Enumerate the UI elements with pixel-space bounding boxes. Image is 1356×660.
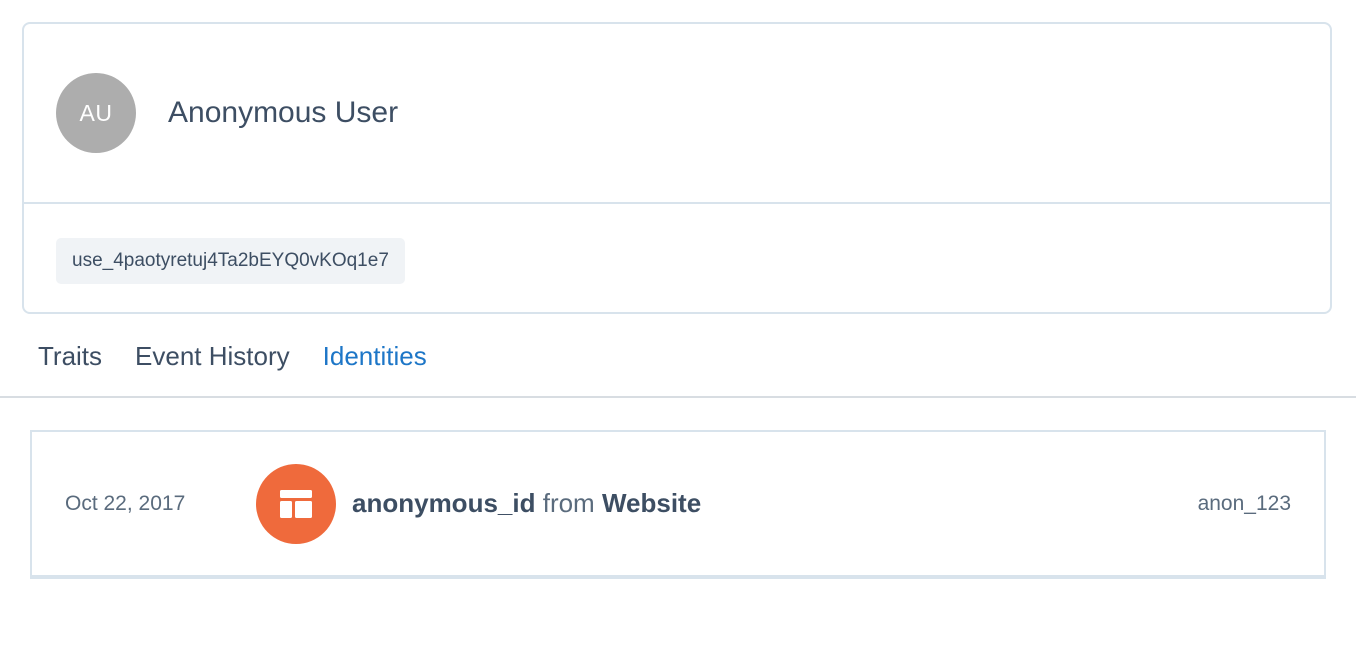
tab-traits[interactable]: Traits [38, 341, 102, 372]
tab-bar: Traits Event History Identities [0, 316, 1356, 398]
identity-date: Oct 22, 2017 [65, 491, 186, 515]
identity-value: anon_123 [1197, 491, 1291, 515]
tab-identities[interactable]: Identities [323, 341, 427, 372]
profile-header: AU Anonymous User [24, 24, 1330, 204]
identity-key: anonymous_id [352, 488, 536, 518]
avatar: AU [56, 73, 136, 153]
profile-card: AU Anonymous User use_4paotyretuj4Ta2bEY… [22, 22, 1332, 314]
identity-description: anonymous_id from Website [352, 488, 701, 519]
profile-body: use_4paotyretuj4Ta2bEYQ0vKOq1e7 [24, 204, 1330, 318]
website-layout-icon [256, 463, 336, 544]
user-id-chip[interactable]: use_4paotyretuj4Ta2bEYQ0vKOq1e7 [56, 238, 405, 284]
identity-row[interactable]: Oct 22, 2017 anonymous_id from Website a… [30, 430, 1326, 579]
identity-source: Website [601, 488, 702, 518]
user-name: Anonymous User [168, 96, 399, 129]
tab-event-history[interactable]: Event History [135, 341, 290, 372]
identity-connector: from [542, 488, 595, 518]
